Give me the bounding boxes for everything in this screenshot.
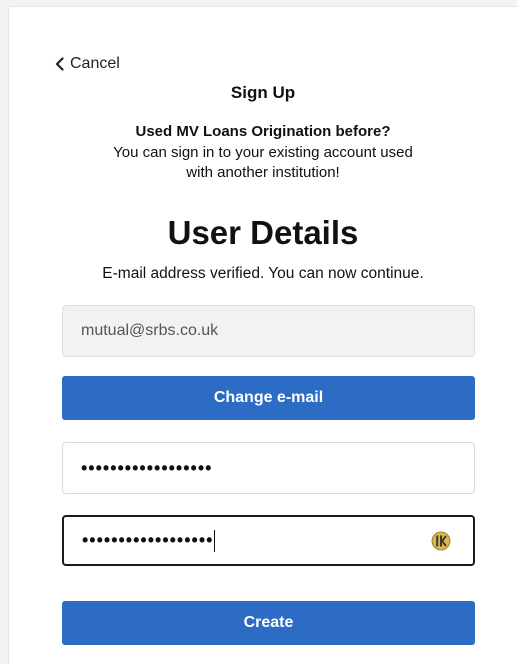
email-value: mutual@srbs.co.uk	[81, 322, 219, 339]
email-field[interactable]: mutual@srbs.co.uk	[62, 305, 475, 357]
cancel-link[interactable]: Cancel	[55, 55, 120, 73]
page-title: Sign Up	[230, 83, 296, 102]
create-button[interactable]: Create	[62, 601, 475, 645]
existing-account-line-2: with another institution!	[186, 164, 340, 181]
existing-account-line-1: You can sign in to your existing account…	[113, 144, 413, 161]
confirm-password-field[interactable]: ••••••••••••••••••	[62, 515, 475, 566]
change-email-button[interactable]: Change e-mail	[62, 376, 475, 420]
password-field[interactable]: ••••••••••••••••••	[62, 442, 475, 494]
existing-account-description: You can sign in to your existing account…	[9, 143, 517, 183]
text-caret	[214, 529, 216, 552]
section-heading: User Details	[167, 214, 359, 251]
signup-panel: Cancel Sign Up Used MV Loans Origination…	[8, 6, 517, 664]
verified-message: E-mail address verified. You can now con…	[102, 265, 424, 282]
password-mask: ••••••••••••••••••	[81, 457, 213, 478]
existing-account-title: Used MV Loans Origination before?	[135, 123, 391, 140]
password-manager-icon[interactable]	[431, 531, 451, 551]
confirm-password-mask: ••••••••••••••••••	[82, 530, 214, 550]
cancel-label: Cancel	[70, 55, 120, 72]
chevron-left-icon	[55, 57, 64, 71]
